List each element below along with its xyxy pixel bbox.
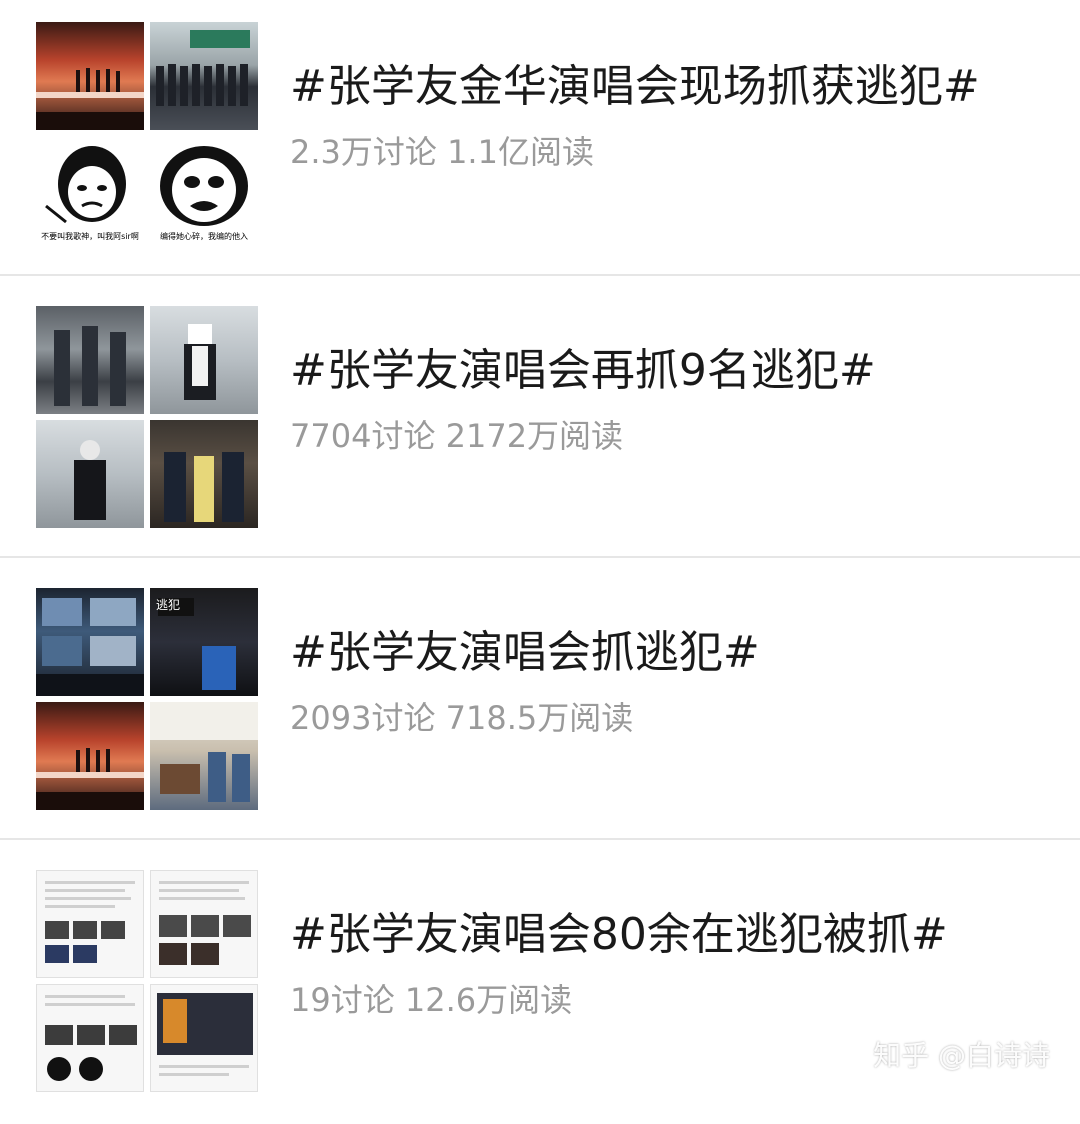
topic-text: #张学友演唱会抓逃犯# 2093讨论 718.5万阅读 xyxy=(290,626,1040,738)
escort-photo-thumb xyxy=(36,306,144,414)
weibo-screenshot-thumb xyxy=(36,984,144,1092)
topic-stats: 2.3万讨论 1.1亿阅读 xyxy=(290,133,594,171)
topic-thumbnail-grid[interactable]: 逃犯 xyxy=(36,588,258,810)
watermark: 知乎 @白诗诗 xyxy=(873,1039,1050,1072)
police-lineup-photo-thumb xyxy=(150,22,258,130)
suspect-photo-thumb xyxy=(150,306,258,414)
divider xyxy=(0,556,1080,558)
topic-item[interactable]: #张学友演唱会再抓9名逃犯# 7704讨论 2172万阅读 xyxy=(0,284,1080,560)
topic-thumbnail-grid[interactable]: 不要叫我歌神，叫我阿sir啊 编得她心碎，我编的他入 xyxy=(36,22,258,244)
meme-face-thumb: 不要叫我歌神，叫我阿sir啊 xyxy=(36,136,144,244)
surveillance-photo-thumb xyxy=(36,588,144,696)
topic-thumbnail-grid[interactable] xyxy=(36,306,258,528)
panda-meme-thumb: 编得她心碎，我编的他入 xyxy=(150,136,258,244)
topic-thumbnail-grid[interactable] xyxy=(36,870,258,1092)
weibo-screenshot-thumb xyxy=(150,870,258,978)
divider xyxy=(0,838,1080,840)
topic-text: #张学友演唱会再抓9名逃犯# 7704讨论 2172万阅读 xyxy=(290,344,1040,456)
weibo-screenshot-thumb xyxy=(36,870,144,978)
suspect-photo-thumb xyxy=(36,420,144,528)
police-escort-photo-thumb xyxy=(150,420,258,528)
weibo-screenshot-thumb xyxy=(150,984,258,1092)
topic-title[interactable]: #张学友演唱会再抓9名逃犯# xyxy=(290,344,1040,398)
concert-photo-thumb xyxy=(36,702,144,810)
topic-title[interactable]: #张学友演唱会80余在逃犯被抓# xyxy=(290,908,1040,962)
topic-item[interactable]: 逃犯 #张学友演唱会抓逃犯# 2093讨论 718.5万阅读 xyxy=(0,566,1080,842)
topic-title[interactable]: #张学友金华演唱会现场抓获逃犯# xyxy=(290,60,1040,114)
topic-stats: 7704讨论 2172万阅读 xyxy=(290,417,624,455)
meme-caption: 编得她心碎，我编的他入 xyxy=(160,232,248,241)
meme-caption: 不要叫我歌神，叫我阿sir啊 xyxy=(41,232,139,241)
topic-text: #张学友金华演唱会现场抓获逃犯# 2.3万讨论 1.1亿阅读 xyxy=(290,60,1040,172)
fugitive-photo-thumb: 逃犯 xyxy=(150,588,258,696)
topic-text: #张学友演唱会80余在逃犯被抓# 19讨论 12.6万阅读 xyxy=(290,908,1040,1020)
topic-item[interactable]: #张学友演唱会80余在逃犯被抓# 19讨论 12.6万阅读 xyxy=(0,848,1080,1124)
divider xyxy=(0,274,1080,276)
police-office-photo-thumb xyxy=(150,702,258,810)
topic-title[interactable]: #张学友演唱会抓逃犯# xyxy=(290,626,1040,680)
topic-stats: 2093讨论 718.5万阅读 xyxy=(290,699,634,737)
topic-stats: 19讨论 12.6万阅读 xyxy=(290,981,573,1019)
concert-photo-thumb xyxy=(36,22,144,130)
thumb-label: 逃犯 xyxy=(156,598,181,612)
topic-item[interactable]: 不要叫我歌神，叫我阿sir啊 编得她心碎，我编的他入 #张学友金华演唱会现场抓获… xyxy=(0,0,1080,276)
topic-list: 不要叫我歌神，叫我阿sir啊 编得她心碎，我编的他入 #张学友金华演唱会现场抓获… xyxy=(0,0,1080,1100)
